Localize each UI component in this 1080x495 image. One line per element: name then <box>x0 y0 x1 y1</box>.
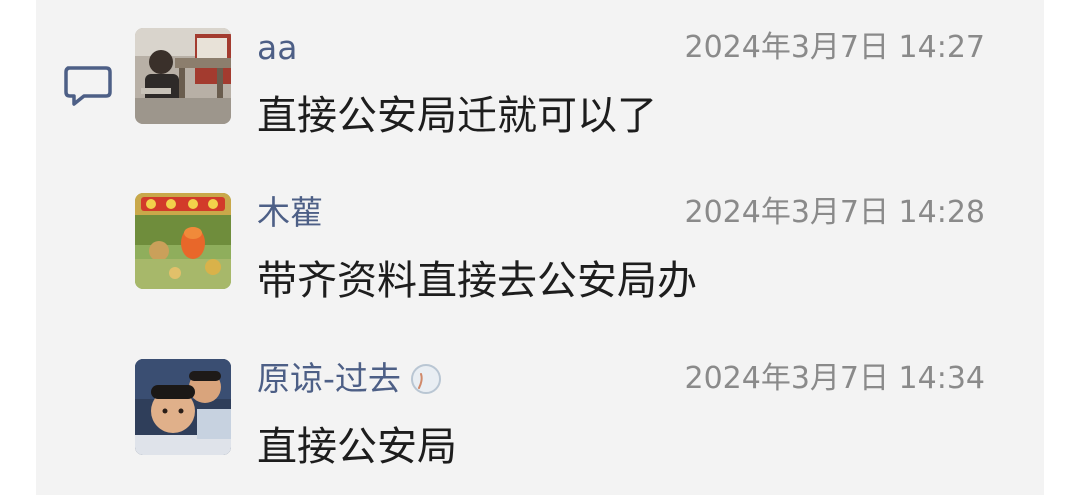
user-avatar[interactable] <box>135 28 231 124</box>
comment-item[interactable]: aa 2024年3月7日 14:27 直接公安局迁就可以了 <box>135 28 995 158</box>
comment-item[interactable]: 原谅-过去 2024年3月7日 14:34 直接公安局 <box>135 359 995 489</box>
user-avatar[interactable] <box>135 193 231 289</box>
comment-author[interactable]: 木雚 <box>257 193 323 233</box>
comment-icon[interactable] <box>62 64 114 108</box>
comment-timestamp: 2024年3月7日 14:27 <box>684 30 985 65</box>
comment-author[interactable]: aa <box>257 28 297 68</box>
comment-timestamp: 2024年3月7日 14:34 <box>684 361 985 396</box>
comment-text: 带齐资料直接去公安局办 <box>257 258 697 304</box>
comment-author[interactable]: 原谅-过去 <box>257 359 401 399</box>
photo-avatar-festival-icon <box>135 193 231 289</box>
comment-item[interactable]: 木雚 2024年3月7日 14:28 带齐资料直接去公安局办 <box>135 193 995 323</box>
user-avatar[interactable] <box>135 359 231 455</box>
photo-avatar-outdoor-icon <box>135 28 231 124</box>
comment-timestamp: 2024年3月7日 14:28 <box>684 195 985 230</box>
comment-text: 直接公安局 <box>257 424 457 470</box>
comment-text: 直接公安局迁就可以了 <box>257 93 657 139</box>
photo-avatar-selfie-icon <box>135 359 231 455</box>
moon-badge-icon <box>409 362 443 396</box>
